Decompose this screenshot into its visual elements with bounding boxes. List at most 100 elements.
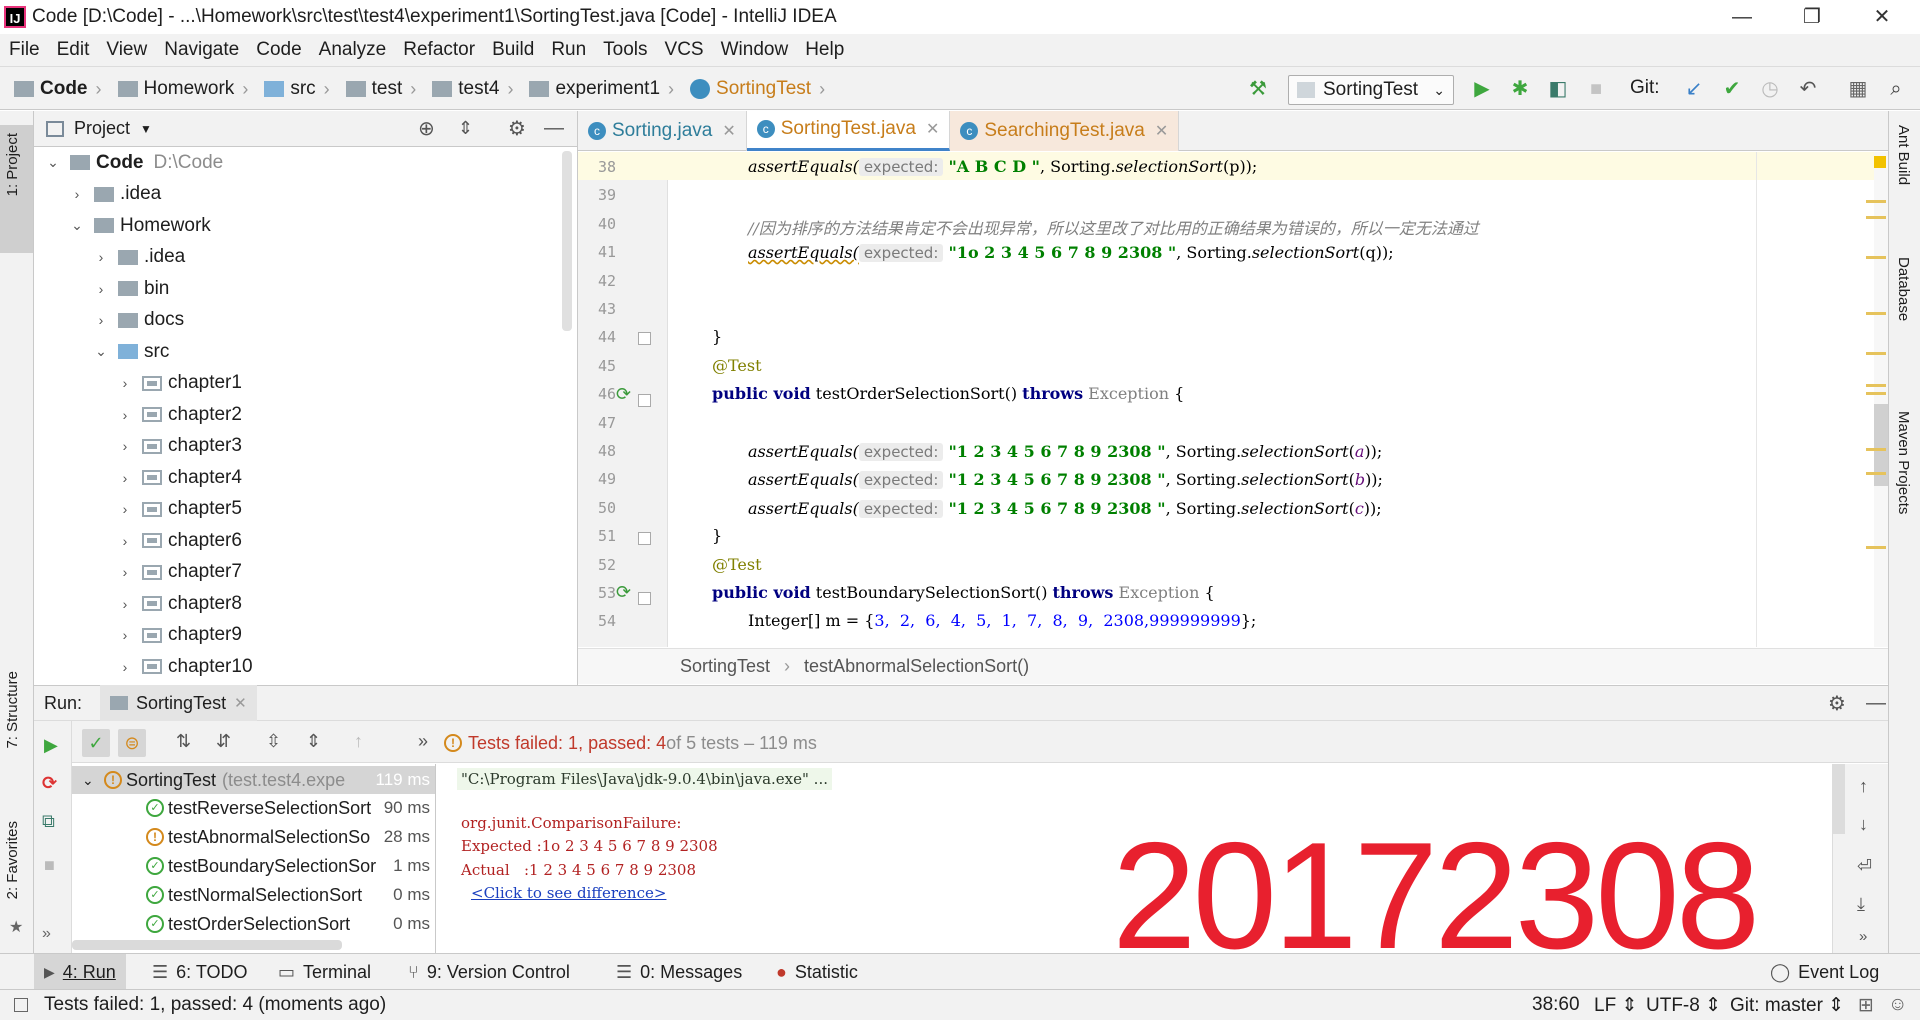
coverage-icon[interactable]: ◧ xyxy=(1546,77,1570,101)
more-icon[interactable]: » xyxy=(1859,928,1867,945)
fold-marker[interactable] xyxy=(638,332,651,345)
menu-window[interactable]: Window xyxy=(721,35,789,65)
breadcrumb-test4[interactable]: test4 › xyxy=(422,67,519,111)
sort-duration-icon[interactable]: ⇵ xyxy=(216,731,231,752)
fold-marker[interactable] xyxy=(638,532,651,545)
menu-vcs[interactable]: VCS xyxy=(665,35,704,65)
caret-position[interactable]: 38:60 xyxy=(1532,994,1580,1016)
menu-analyze[interactable]: Analyze xyxy=(319,35,387,65)
project-tree-item[interactable]: › chapter7 xyxy=(114,557,242,588)
build-hammer-icon[interactable]: ⚒ xyxy=(1246,77,1270,101)
project-tree-item[interactable]: › chapter8 xyxy=(114,588,242,619)
vcs-update-icon[interactable]: ↙ xyxy=(1682,77,1706,101)
hide-panel-icon[interactable]: — xyxy=(1866,692,1886,715)
down-arrow-icon[interactable]: ↓ xyxy=(1859,814,1868,835)
run-tab-sortingtest[interactable]: SortingTest ✕ xyxy=(100,685,257,721)
chevron-right-icon[interactable]: › xyxy=(114,659,136,675)
run-icon[interactable]: ▶ xyxy=(1470,77,1494,101)
scroll-to-end-icon[interactable]: ⤓ xyxy=(1857,894,1865,915)
stop-icon[interactable]: ■ xyxy=(44,855,55,876)
project-tree-item[interactable]: ⌄ src xyxy=(90,336,169,367)
project-scrollbar[interactable] xyxy=(562,151,572,331)
tool-tab-run[interactable]: ▶ 4: Run xyxy=(34,954,126,990)
previous-failed-icon[interactable]: ↑ xyxy=(354,731,363,752)
minimize-button[interactable]: — xyxy=(1712,2,1772,32)
chevron-right-icon[interactable]: › xyxy=(114,533,136,549)
tool-tab-statistic[interactable]: ● Statistic xyxy=(776,954,858,990)
breadcrumb-sortingtest[interactable]: SortingTest › xyxy=(680,67,831,111)
project-tree-item[interactable]: › .idea xyxy=(66,179,162,210)
tree-hscrollbar[interactable] xyxy=(72,940,342,950)
ant-build-tool-tab[interactable]: Ant Build xyxy=(1895,125,1912,185)
menu-tools[interactable]: Tools xyxy=(603,35,647,65)
chevron-down-icon[interactable]: ⌄ xyxy=(90,343,112,360)
menu-build[interactable]: Build xyxy=(492,35,534,65)
line-separator[interactable]: LF ⇕ xyxy=(1594,994,1637,1017)
stop-icon[interactable]: ■ xyxy=(1584,77,1608,101)
locate-icon[interactable]: ⊕ xyxy=(418,116,435,141)
structure-tool-tab[interactable]: 7: Structure xyxy=(4,671,21,749)
breadcrumb-homework[interactable]: Homework › xyxy=(108,67,255,111)
run-test-gutter-icon[interactable]: ⟳ xyxy=(616,384,631,405)
git-branch[interactable]: Git: master ⇕ xyxy=(1730,994,1844,1017)
database-tool-tab[interactable]: Database xyxy=(1895,257,1912,321)
test-root-row[interactable]: ⌄ ! SortingTest (test.test4.expe 119 ms xyxy=(72,766,435,794)
breadcrumb-code[interactable]: Code › xyxy=(4,67,108,111)
gear-icon[interactable]: ⚙ xyxy=(508,116,526,141)
breadcrumb-method[interactable]: testAbnormalSelectionSort() xyxy=(804,656,1029,677)
more-actions-icon[interactable]: » xyxy=(418,731,428,752)
debug-icon[interactable]: ✱ xyxy=(1508,77,1532,101)
console-scroll-thumb[interactable] xyxy=(1833,764,1845,834)
favorites-tool-tab[interactable]: 2: Favorites xyxy=(4,821,21,899)
chevron-right-icon[interactable]: › xyxy=(90,249,112,265)
code-editor[interactable]: assertEquals(expected: "A B C D ", Sorti… xyxy=(668,152,1874,647)
collapse-all-icon[interactable]: ⇕ xyxy=(306,731,321,752)
project-tree-item[interactable]: › chapter1 xyxy=(114,368,242,399)
vcs-commit-icon[interactable]: ✔ xyxy=(1720,77,1744,101)
soft-wrap-icon[interactable]: ⏎ xyxy=(1857,856,1872,877)
maven-tool-tab[interactable]: Maven Projects xyxy=(1895,411,1912,514)
chevron-right-icon[interactable]: › xyxy=(90,281,112,297)
chevron-right-icon[interactable]: › xyxy=(114,470,136,486)
project-tree-item[interactable]: › chapter10 xyxy=(114,651,253,682)
breadcrumb-experiment1[interactable]: experiment1 › xyxy=(519,67,680,111)
menu-view[interactable]: View xyxy=(106,35,147,65)
menu-help[interactable]: Help xyxy=(805,35,844,65)
dropdown-icon[interactable]: ▼ xyxy=(140,122,152,136)
vcs-revert-icon[interactable]: ↶ xyxy=(1796,77,1820,101)
tab-sortingtest-java[interactable]: c SortingTest.java ✕ xyxy=(746,110,951,151)
tab-sorting-java[interactable]: c Sorting.java ✕ xyxy=(578,110,747,151)
chevron-right-icon[interactable]: › xyxy=(114,501,136,517)
toggle-tool-windows-icon[interactable] xyxy=(14,998,28,1012)
tool-tab-messages[interactable]: ☰ 0: Messages xyxy=(616,954,742,990)
project-tree-item[interactable]: › chapter3 xyxy=(114,431,242,462)
menu-run[interactable]: Run xyxy=(551,35,586,65)
project-structure-icon[interactable]: ▦ xyxy=(1846,77,1870,101)
project-tree-item[interactable]: › .idea xyxy=(90,242,186,273)
breadcrumb-class[interactable]: SortingTest xyxy=(680,656,770,677)
chevron-right-icon[interactable]: › xyxy=(114,564,136,580)
test-row[interactable]: ✓ testReverseSelectionSort 90 ms xyxy=(72,794,435,822)
tool-tab-event-log[interactable]: ◯ Event Log xyxy=(1770,954,1879,990)
hide-panel-icon[interactable]: — xyxy=(544,117,564,140)
close-button[interactable]: ✕ xyxy=(1852,2,1912,32)
fold-marker[interactable] xyxy=(638,592,651,605)
run-test-gutter-icon[interactable]: ⟳ xyxy=(616,582,631,603)
see-difference-link[interactable]: <Click to see difference> xyxy=(471,884,666,902)
menu-navigate[interactable]: Navigate xyxy=(164,35,239,65)
chevron-right-icon[interactable]: › xyxy=(114,438,136,454)
test-row[interactable]: ✓ testBoundarySelectionSor 1 ms xyxy=(72,852,435,880)
test-row[interactable]: ✓ testOrderSelectionSort 0 ms xyxy=(72,910,435,938)
project-panel-title[interactable]: Project xyxy=(74,118,130,139)
show-passed-icon[interactable]: ✓ xyxy=(82,729,110,757)
status-message[interactable]: Tests failed: 1, passed: 4 (moments ago) xyxy=(44,994,386,1016)
fold-marker[interactable] xyxy=(638,394,651,407)
tool-tab-todo[interactable]: ☰ 6: TODO xyxy=(152,954,248,990)
project-tree-item[interactable]: › chapter2 xyxy=(114,399,242,430)
project-tree-item[interactable]: › chapter6 xyxy=(114,525,242,556)
tool-tab-version-control[interactable]: ⑂ 9: Version Control xyxy=(408,954,570,990)
chevron-right-icon[interactable]: › xyxy=(90,312,112,328)
inspector-icon[interactable]: ☺ xyxy=(1888,994,1907,1016)
menu-file[interactable]: File xyxy=(9,35,40,65)
chevron-down-icon[interactable]: ⌄ xyxy=(66,217,88,234)
